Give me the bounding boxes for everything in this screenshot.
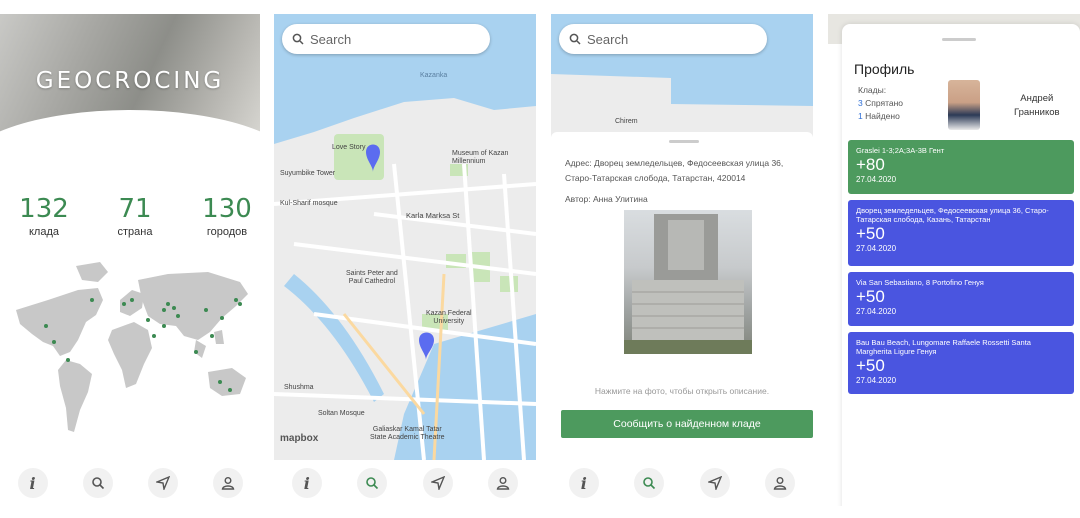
drag-handle[interactable] [669, 140, 699, 143]
map-label: Museum of Kazan Millennium [452, 150, 509, 165]
navigation-arrow-icon[interactable] [147, 468, 178, 498]
app-title: GEOCROCING [35, 68, 225, 94]
map-label: Galiaskar Kamal Tatar State Academic The… [370, 426, 445, 441]
hidden-label: Спрятано [865, 98, 904, 108]
treasure-author: Автор: Анна Улитина [565, 194, 648, 204]
navigation-arrow-icon[interactable] [699, 468, 730, 498]
stat-value: 71 [118, 194, 152, 224]
search-placeholder: Search [310, 31, 352, 47]
card-points: +50 [856, 287, 885, 306]
search-icon[interactable] [634, 468, 665, 498]
treasure-photo[interactable] [624, 210, 752, 354]
bottom-nav: i [274, 460, 536, 506]
card-points: +50 [856, 356, 885, 375]
info-icon[interactable]: i [291, 468, 322, 498]
treasure-detail-screen: Chirem Search Адрес: Дворец земледельцев… [551, 14, 813, 506]
search-icon[interactable] [357, 468, 388, 498]
bottom-nav: i [551, 460, 813, 506]
photo-hint: Нажмите на фото, чтобы открыть описание. [594, 386, 770, 396]
map-screen: Search Kazanka Love Story Museum of Kaza… [274, 14, 536, 506]
drag-handle[interactable] [942, 38, 976, 41]
stat-label: клада [28, 226, 59, 238]
hidden-count: 3 [858, 98, 863, 108]
page-title: Профиль [854, 61, 915, 77]
city-map[interactable] [274, 14, 536, 460]
card-title: Bau Bau Beach, Lungomare Raffaele Rosset… [856, 338, 1031, 356]
treasure-card[interactable]: Bau Bau Beach, Lungomare Raffaele Rosset… [848, 332, 1074, 394]
stat-value: 132 [19, 194, 69, 224]
user-icon[interactable] [765, 468, 796, 498]
map-label: Shushma [284, 384, 314, 391]
map-label: Love Story [332, 144, 366, 151]
map-label: Kazanka [420, 72, 448, 79]
card-date: 27.04.2020 [856, 244, 897, 253]
info-icon[interactable]: i [17, 468, 48, 498]
treasure-address: Адрес: Дворец земледельцев, Федосеевская… [565, 158, 784, 183]
user-name: Андрей Гранников [1014, 92, 1060, 120]
map-label: Kul-Sharif mosque [280, 200, 338, 207]
navigation-arrow-icon[interactable] [422, 468, 453, 498]
profile-screen: Профиль Клады: 3 Спрятано 1 Найдено Андр… [828, 14, 1080, 506]
klady-label: Клады: [858, 85, 887, 95]
stat-cities: 130 городов [187, 194, 260, 238]
stat-countries: 71 страна [95, 194, 175, 238]
card-title: Дворец земледельцев, Федосеевская улица … [856, 206, 1049, 224]
found-count: 1 [858, 111, 863, 121]
stats-screen: GEOCROCING 132 клада 71 страна 130 город… [0, 14, 260, 506]
treasure-card[interactable]: Дворец земледельцев, Федосеевская улица … [848, 200, 1074, 266]
first-name: Андрей [1020, 93, 1054, 104]
avatar [948, 80, 980, 130]
map-label: Chirem [615, 118, 638, 125]
card-points: +80 [856, 155, 885, 174]
search-bar[interactable]: Search [559, 24, 767, 54]
bottom-nav: i [0, 460, 260, 506]
map-label: Saints Peter and Paul Cathedrol [346, 270, 398, 285]
map-label: Suyumbike Tower [280, 170, 336, 177]
search-bar[interactable]: Search [282, 24, 490, 54]
treasure-card[interactable]: Via San Sebastiano, 8 Portofino Генуя +5… [848, 272, 1074, 326]
stat-value: 130 [202, 194, 252, 224]
search-icon [292, 33, 304, 45]
map-label: Soltan Mosque [318, 410, 365, 417]
stat-treasures: 132 клада [4, 194, 84, 238]
user-icon[interactable] [212, 468, 243, 498]
card-title: Via San Sebastiano, 8 Portofino Генуя [856, 278, 984, 287]
search-icon[interactable] [82, 468, 113, 498]
info-icon[interactable]: i [568, 468, 599, 498]
search-placeholder: Search [587, 31, 629, 47]
mapbox-attribution[interactable]: mapbox [280, 433, 318, 444]
report-found-button[interactable]: Сообщить о найденном кладе [561, 410, 813, 438]
map-label: Karla Marksa St [406, 211, 460, 220]
treasure-counts: Клады: 3 Спрятано 1 Найдено [858, 84, 903, 123]
card-date: 27.04.2020 [856, 175, 897, 184]
user-icon[interactable] [488, 468, 519, 498]
treasure-card[interactable]: Graslei 1-3;2A;3A-3B Гент +80 27.04.2020 [848, 140, 1074, 194]
card-date: 27.04.2020 [856, 307, 897, 316]
last-name: Гранников [1014, 107, 1060, 118]
stat-label: городов [206, 226, 248, 238]
card-title: Graslei 1-3;2A;3A-3B Гент [856, 146, 945, 155]
search-icon [569, 33, 581, 45]
found-label: Найдено [865, 111, 900, 121]
treasure-sheet: Адрес: Дворец земледельцев, Федосеевская… [551, 132, 813, 462]
profile-panel: Профиль Клады: 3 Спрятано 1 Найдено Андр… [842, 24, 1080, 506]
stat-label: страна [117, 226, 153, 238]
card-points: +50 [856, 224, 885, 243]
map-label: Kazan Federal University [426, 310, 472, 325]
card-date: 27.04.2020 [856, 376, 897, 385]
world-map [16, 262, 248, 432]
